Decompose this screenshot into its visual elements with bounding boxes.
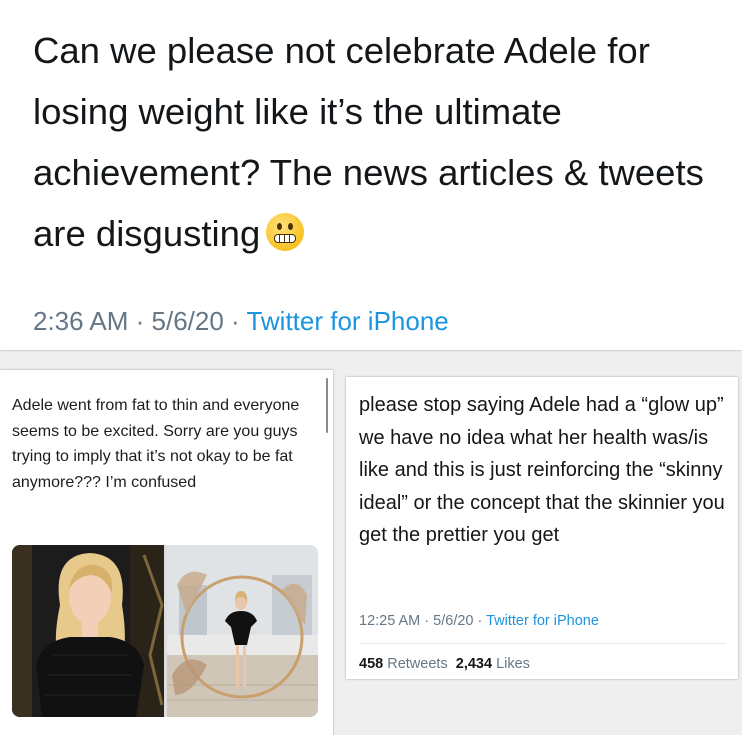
scrollbar[interactable] bbox=[326, 378, 328, 433]
likes-stat[interactable]: 2,434 Likes bbox=[456, 656, 530, 672]
likes-count: 2,434 bbox=[455, 656, 493, 672]
grimacing-face-icon bbox=[266, 213, 305, 251]
photo-adele-before[interactable] bbox=[12, 545, 164, 717]
photo-adele-after[interactable] bbox=[167, 545, 318, 717]
top-tweet-text: Can we please not celebrate Adele for lo… bbox=[33, 30, 704, 254]
right-tweet-meta: 12:25 AM · 5/6/20 · Twitter for iPhone bbox=[359, 613, 599, 629]
tweet-date: 5/6/20 bbox=[433, 613, 474, 629]
top-tweet-text-block: Can we please not celebrate Adele for lo… bbox=[33, 20, 713, 264]
tweet-time: 12:25 AM bbox=[359, 613, 421, 629]
divider bbox=[359, 643, 726, 644]
tweet-source-link[interactable]: Twitter for iPhone bbox=[246, 306, 448, 336]
retweets-label: Retweets bbox=[387, 656, 448, 672]
retweets-count: 458 bbox=[359, 656, 384, 672]
right-tweet-card: please stop saying Adele had a “glow up”… bbox=[346, 377, 738, 679]
tweet-stats: 458 Retweets 2,434 Likes bbox=[359, 656, 530, 672]
likes-label: Likes bbox=[496, 656, 530, 672]
tweet-source-link[interactable]: Twitter for iPhone bbox=[486, 613, 599, 629]
tweet-date: 5/6/20 bbox=[151, 306, 224, 336]
right-tweet-text: please stop saying Adele had a “glow up”… bbox=[359, 394, 725, 547]
top-tweet-meta: 2:36 AM · 5/6/20 · Twitter for iPhone bbox=[33, 306, 449, 336]
tweet-time: 2:36 AM bbox=[33, 306, 129, 336]
left-post-card: Adele went from fat to thin and everyone… bbox=[0, 370, 333, 735]
left-post-text: Adele went from fat to thin and everyone… bbox=[12, 397, 300, 491]
top-tweet-card: Can we please not celebrate Adele for lo… bbox=[0, 0, 742, 350]
post-photos[interactable] bbox=[12, 545, 318, 717]
retweets-stat[interactable]: 458 Retweets bbox=[359, 656, 448, 672]
